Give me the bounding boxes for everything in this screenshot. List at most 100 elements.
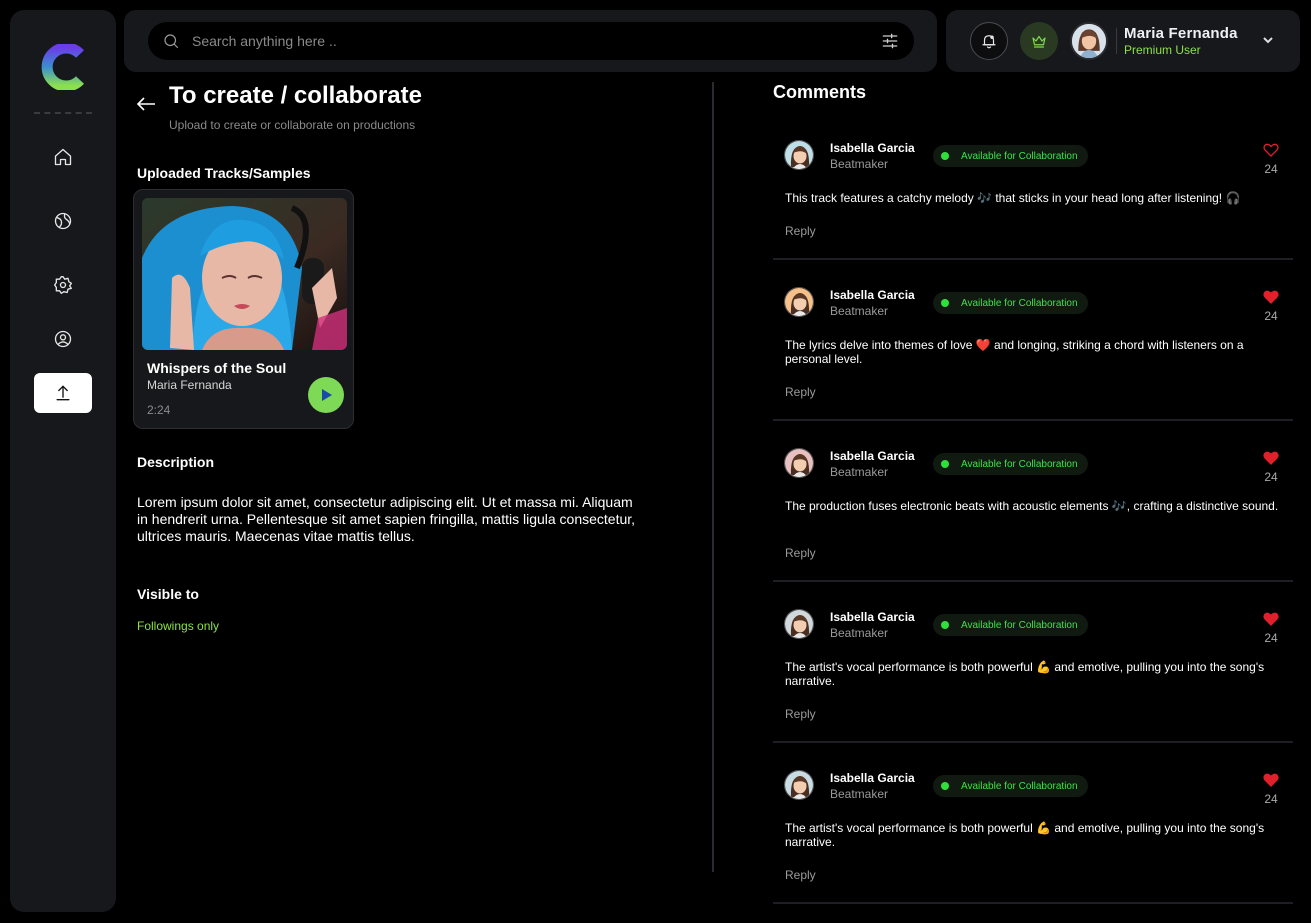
- bell-icon: [982, 35, 996, 49]
- commenter-role: Beatmaker: [830, 465, 889, 479]
- badge-label: Available for Collaboration: [961, 297, 1078, 309]
- user-role: Premium User: [1124, 43, 1201, 57]
- play-icon: [322, 389, 332, 401]
- track-title: Whispers of the Soul: [147, 360, 287, 376]
- description-text: Lorem ipsum dolor sit amet, consectetur …: [137, 494, 636, 544]
- track-cover-image: [142, 198, 347, 350]
- reply-button[interactable]: Reply: [785, 224, 816, 238]
- commenter-name[interactable]: Isabella Garcia: [830, 449, 915, 463]
- comment-item: Isabella Garcia Beatmaker Available for Co…: [773, 594, 1293, 743]
- status-dot: [941, 460, 949, 468]
- heart-icon[interactable]: [1263, 289, 1279, 305]
- divider: [1116, 28, 1117, 54]
- nav-upload[interactable]: [34, 373, 92, 413]
- avatar[interactable]: [1070, 22, 1108, 60]
- comment-item: Isabella Garcia Beatmaker Available for Co…: [773, 272, 1293, 421]
- reply-button[interactable]: Reply: [785, 868, 816, 882]
- reply-button[interactable]: Reply: [785, 385, 816, 399]
- chevron-down-icon[interactable]: [1260, 32, 1276, 48]
- gear-icon: [54, 276, 73, 294]
- notifications-button[interactable]: [970, 22, 1008, 60]
- user-name: Maria Fernanda: [1124, 25, 1238, 42]
- home-icon: [54, 148, 72, 166]
- status-dot: [941, 621, 949, 629]
- collaboration-badge: Available for Collaboration: [933, 292, 1088, 314]
- search-bar: [148, 22, 914, 60]
- commenter-role: Beatmaker: [830, 304, 889, 318]
- collaboration-badge: Available for Collaboration: [933, 145, 1088, 167]
- comment-item: Isabella Garcia Beatmaker Available for Co…: [773, 433, 1293, 582]
- user-panel: Maria Fernanda Premium User: [946, 10, 1300, 72]
- nav-profile[interactable]: [34, 319, 92, 359]
- logo-icon[interactable]: [40, 44, 86, 90]
- comment-item: Isabella Garcia Beatmaker Available for Co…: [773, 125, 1293, 260]
- page-title: To create / collaborate: [169, 82, 422, 109]
- heart-icon[interactable]: [1263, 611, 1279, 627]
- commenter-name[interactable]: Isabella Garcia: [830, 288, 915, 302]
- comment-text: The artist's vocal performance is both p…: [785, 660, 1265, 688]
- like-count: 24: [1264, 792, 1278, 806]
- status-dot: [941, 299, 949, 307]
- status-dot: [941, 152, 949, 160]
- avatar-image: [1072, 24, 1106, 58]
- logo-divider: [34, 112, 92, 114]
- globe-icon: [54, 212, 72, 230]
- commenter-name[interactable]: Isabella Garcia: [830, 610, 915, 624]
- tracks-section-title: Uploaded Tracks/Samples: [137, 165, 311, 181]
- comment-text: The lyrics delve into themes of love ❤️ …: [785, 338, 1244, 366]
- commenter-role: Beatmaker: [830, 787, 889, 801]
- reply-button[interactable]: Reply: [785, 707, 816, 721]
- heart-icon[interactable]: [1263, 450, 1279, 466]
- top-bar: [124, 10, 937, 72]
- reply-button[interactable]: Reply: [785, 546, 816, 560]
- comment-text: This track features a catchy melody 🎶 th…: [785, 191, 1241, 205]
- upload-icon: [56, 385, 70, 401]
- badge-label: Available for Collaboration: [961, 458, 1078, 470]
- filter-icon[interactable]: [880, 31, 900, 51]
- commenter-name[interactable]: Isabella Garcia: [830, 771, 915, 785]
- commenter-avatar[interactable]: [784, 448, 814, 478]
- description-title: Description: [137, 454, 215, 470]
- comment-text: The production fuses electronic beats wi…: [785, 499, 1279, 513]
- like-count: 24: [1264, 309, 1278, 323]
- back-arrow-icon[interactable]: [136, 96, 156, 112]
- user-circle-icon: [54, 330, 72, 348]
- badge-label: Available for Collaboration: [961, 150, 1078, 162]
- search-icon: [164, 34, 179, 49]
- track-artist: Maria Fernanda: [147, 378, 232, 392]
- sidebar: [10, 10, 116, 912]
- comments-title: Comments: [773, 82, 867, 102]
- track-duration: 2:24: [147, 403, 171, 417]
- like-count: 24: [1264, 162, 1278, 176]
- heart-icon[interactable]: [1263, 772, 1279, 788]
- commenter-role: Beatmaker: [830, 626, 889, 640]
- commenter-avatar[interactable]: [784, 287, 814, 317]
- nav-settings[interactable]: [34, 265, 92, 305]
- nav-explore[interactable]: [34, 201, 92, 241]
- visibility-title: Visible to: [137, 586, 199, 602]
- visibility-value[interactable]: Followings only: [137, 619, 219, 633]
- commenter-name[interactable]: Isabella Garcia: [830, 141, 915, 155]
- play-button[interactable]: [308, 377, 344, 413]
- premium-button[interactable]: [1020, 22, 1058, 60]
- page-subtitle: Upload to create or collaborate on produ…: [169, 118, 416, 132]
- like-count: 24: [1264, 631, 1278, 645]
- nav-home[interactable]: [34, 137, 92, 177]
- collaboration-badge: Available for Collaboration: [933, 453, 1088, 475]
- like-count: 24: [1264, 470, 1278, 484]
- collaboration-badge: Available for Collaboration: [933, 775, 1088, 797]
- status-dot: [941, 782, 949, 790]
- commenter-avatar[interactable]: [784, 770, 814, 800]
- commenter-role: Beatmaker: [830, 157, 889, 171]
- commenter-avatar[interactable]: [784, 140, 814, 170]
- comment-text: The artist's vocal performance is both p…: [785, 821, 1265, 849]
- commenter-avatar[interactable]: [784, 609, 814, 639]
- badge-label: Available for Collaboration: [961, 619, 1078, 631]
- badge-label: Available for Collaboration: [961, 780, 1078, 792]
- heart-icon[interactable]: [1263, 142, 1279, 158]
- crown-icon: [1032, 35, 1046, 48]
- collaboration-badge: Available for Collaboration: [933, 614, 1088, 636]
- search-input[interactable]: [192, 33, 880, 49]
- track-card[interactable]: Whispers of the Soul Maria Fernanda 2:24: [133, 189, 354, 429]
- comment-item: Isabella Garcia Beatmaker Available for Co…: [773, 755, 1293, 904]
